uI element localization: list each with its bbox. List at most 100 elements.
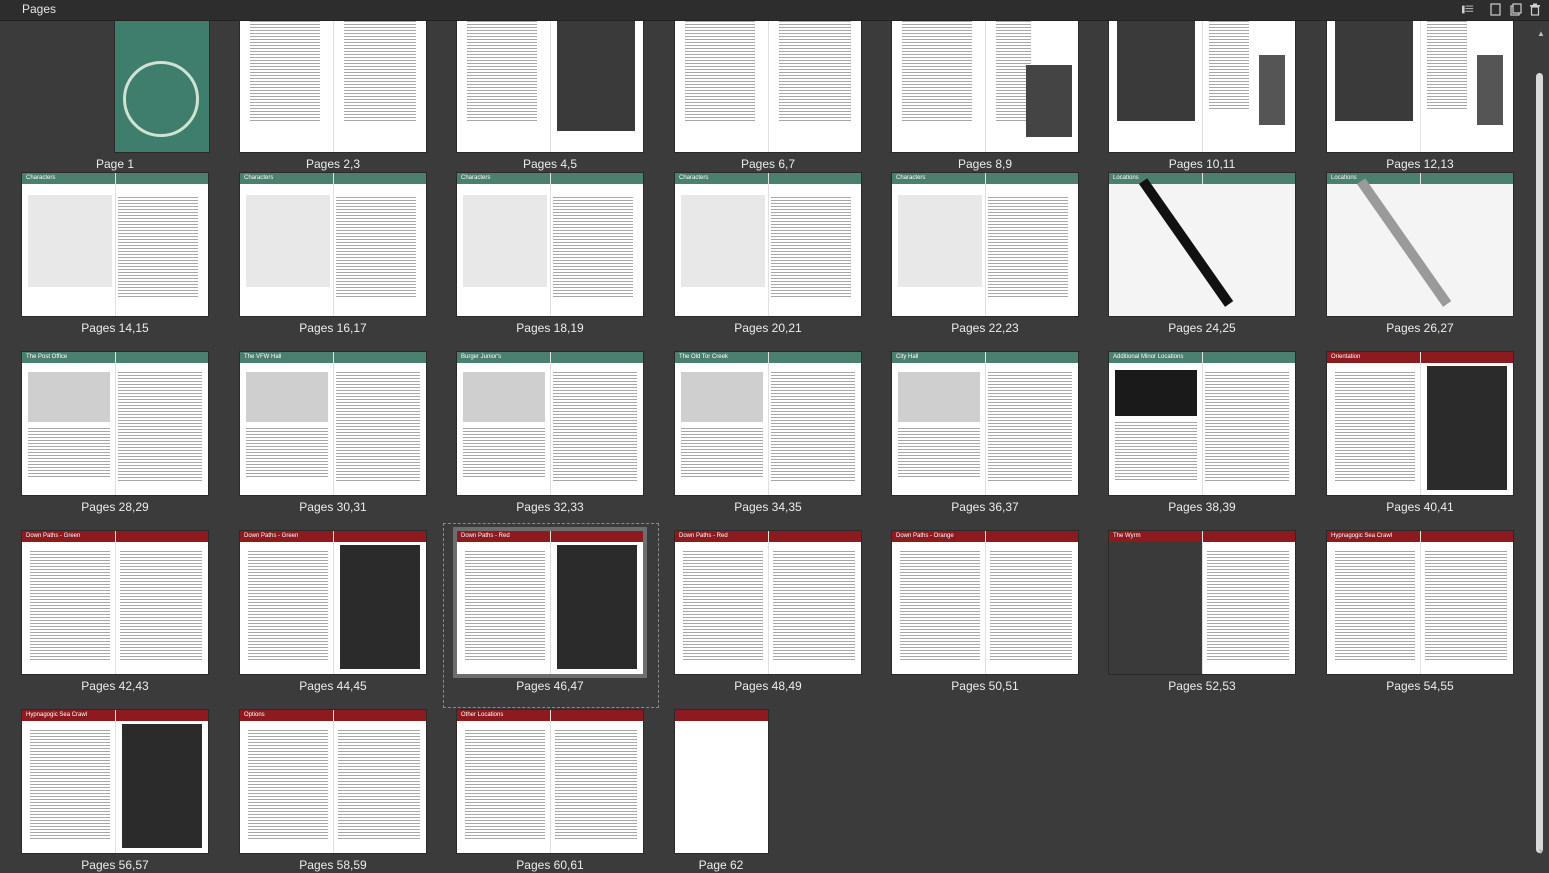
- page-thumbnail[interactable]: [1327, 21, 1513, 152]
- spread-gutter: [115, 710, 116, 853]
- page-thumbnail[interactable]: [115, 21, 209, 152]
- text-block: [1205, 372, 1289, 482]
- page-label: Pages 38,39: [1168, 500, 1236, 514]
- spread-gutter: [333, 710, 334, 853]
- illustration: [681, 195, 765, 287]
- text-block: [465, 730, 545, 840]
- page-thumbnail[interactable]: [675, 21, 861, 152]
- text-block: [30, 730, 110, 840]
- text-block: [248, 730, 328, 840]
- spread-gutter: [1202, 531, 1203, 674]
- page-thumbnail[interactable]: Characters: [457, 173, 643, 316]
- page-thumbnail[interactable]: Down Paths - Green: [22, 531, 208, 674]
- page-thumbnail[interactable]: Down Paths - Red: [675, 531, 861, 674]
- page-thumbnail[interactable]: Additional Minor Locations: [1109, 352, 1295, 495]
- page-thumbnail[interactable]: [240, 21, 426, 152]
- page-label: Pages 10,11: [1168, 157, 1236, 171]
- text-block: [338, 730, 420, 840]
- page-thumbnail[interactable]: [1109, 21, 1295, 152]
- page-label: Pages 28,29: [81, 500, 149, 514]
- page-thumbnail[interactable]: Options: [240, 710, 426, 853]
- page-thumbnail[interactable]: City Hall: [892, 352, 1078, 495]
- page-label: Pages 52,53: [1168, 679, 1236, 693]
- spread-gutter: [768, 352, 769, 495]
- scroll-up-icon[interactable]: ▲: [1537, 29, 1545, 38]
- spread-gutter: [985, 531, 986, 674]
- page-thumbnail[interactable]: Orientation: [1327, 352, 1513, 495]
- text-block: [28, 428, 110, 478]
- page-label: Pages 42,43: [81, 679, 149, 693]
- page-thumbnail[interactable]: Characters: [892, 173, 1078, 316]
- spread-gutter: [1420, 531, 1421, 674]
- text-block: [898, 428, 980, 478]
- text-block: [120, 551, 202, 661]
- scrollbar-thumb[interactable]: [1536, 73, 1543, 853]
- spread-gutter: [115, 352, 116, 495]
- page-label: Pages 36,37: [951, 500, 1019, 514]
- new-page-icon[interactable]: [1510, 3, 1522, 16]
- vertical-scrollbar[interactable]: ▲ ▼: [1532, 21, 1549, 873]
- page-label: Pages 48,49: [734, 679, 802, 693]
- page-thumbnail[interactable]: The Wyrm: [1109, 531, 1295, 674]
- text-block: [467, 21, 537, 121]
- text-block: [1115, 422, 1197, 482]
- page-label: Pages 54,55: [1386, 679, 1454, 693]
- page-label: Pages 26,27: [1386, 321, 1454, 335]
- illustration: [1117, 21, 1195, 121]
- page-thumbnail[interactable]: Down Paths - Green: [240, 531, 426, 674]
- page-thumbnail[interactable]: Burger Junior's: [457, 352, 643, 495]
- page-thumbnail[interactable]: The VFW Hall: [240, 352, 426, 495]
- page-thumbnail[interactable]: [457, 21, 643, 152]
- text-block: [30, 551, 110, 661]
- illustration: [898, 195, 982, 287]
- pages-thumbnail-grid[interactable]: Page 1 Pages 2,3 Pages 4,5 Pages 6,7 Pages 8…: [0, 21, 1532, 873]
- page-thumbnail[interactable]: Down Paths - Red: [457, 531, 643, 674]
- illustration: [1109, 542, 1202, 674]
- page-thumbnail[interactable]: The Post Office: [22, 352, 208, 495]
- text-block: [465, 551, 545, 661]
- spread-gutter: [1420, 352, 1421, 495]
- page-label: Pages 24,25: [1168, 321, 1236, 335]
- page-thumbnail[interactable]: [892, 21, 1078, 152]
- page-thumbnail[interactable]: Characters: [675, 173, 861, 316]
- page-label: Pages 50,51: [951, 679, 1019, 693]
- page-thumbnail[interactable]: Down Paths - Orange: [892, 531, 1078, 674]
- text-block: [988, 372, 1072, 482]
- text-block: [118, 197, 198, 297]
- text-block: [771, 197, 851, 297]
- text-block: [1209, 21, 1249, 111]
- page-thumbnail[interactable]: Characters: [22, 173, 208, 316]
- text-block: [118, 372, 202, 482]
- text-block: [250, 21, 320, 121]
- page-thumbnail[interactable]: Other Locations: [457, 710, 643, 853]
- page-thumbnail[interactable]: Locations: [1109, 173, 1295, 316]
- page-label: Page 62: [698, 858, 744, 872]
- page-thumbnail[interactable]: [675, 710, 768, 853]
- spread-gutter: [115, 173, 116, 316]
- illustration: [122, 724, 202, 848]
- page-thumbnail[interactable]: Characters: [240, 173, 426, 316]
- page-thumbnail[interactable]: Locations: [1327, 173, 1513, 316]
- illustration: [1109, 184, 1295, 316]
- page-thumbnail[interactable]: Hypnagogic Sea Crawl: [1327, 531, 1513, 674]
- text-block: [246, 428, 328, 478]
- trash-icon[interactable]: [1529, 3, 1541, 16]
- spread-gutter: [985, 352, 986, 495]
- spread-gutter: [550, 352, 551, 495]
- text-block: [248, 551, 328, 661]
- page-label: Pages 4,5: [522, 157, 578, 171]
- illustration: [28, 195, 112, 287]
- spread-gutter: [333, 21, 334, 152]
- single-page-icon[interactable]: [1490, 3, 1502, 16]
- text-block: [336, 372, 420, 482]
- page-thumbnail[interactable]: The Old Tor Creek: [675, 352, 861, 495]
- text-block: [681, 428, 763, 478]
- view-options-icon[interactable]: [1462, 3, 1474, 16]
- illustration: [340, 545, 420, 669]
- page-label: Pages 18,19: [516, 321, 584, 335]
- scroll-down-icon[interactable]: ▼: [1537, 847, 1545, 856]
- page-thumbnail[interactable]: Hypnagogic Sea Crawl: [22, 710, 208, 853]
- page-label: Pages 20,21: [734, 321, 802, 335]
- text-block: [683, 551, 763, 661]
- page-label: Pages 32,33: [516, 500, 584, 514]
